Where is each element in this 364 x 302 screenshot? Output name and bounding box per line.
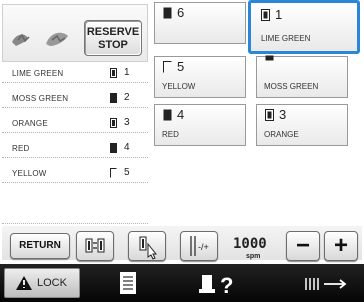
speed-value: 1000 bbox=[233, 236, 267, 252]
list-item[interactable]: YELLOW 5 bbox=[2, 164, 148, 183]
lock-button[interactable]: LOCK bbox=[4, 268, 80, 298]
thread-spool-icon bbox=[265, 109, 274, 121]
thread-spool-icon bbox=[110, 118, 117, 128]
needle-number: 1 bbox=[275, 7, 283, 22]
needle-adjust-icon: -/+ bbox=[190, 236, 209, 256]
thread-spool-icon bbox=[110, 168, 117, 178]
machine-help-icon: ? bbox=[199, 273, 233, 297]
needle-number: 1 bbox=[124, 67, 130, 78]
embroidery-pattern-preview bbox=[12, 32, 68, 46]
warning-icon bbox=[16, 276, 32, 290]
thread-color-name: RED bbox=[12, 144, 30, 153]
needle-cell-1[interactable]: 1 LIME GREEN bbox=[248, 0, 360, 54]
thread-spool-icon bbox=[261, 9, 270, 21]
list-view-button[interactable] bbox=[112, 268, 142, 298]
spool-cursor-icon bbox=[139, 236, 158, 260]
thread-color-name: MOSS GREEN bbox=[264, 82, 319, 91]
lock-label: LOCK bbox=[37, 277, 67, 289]
needle-number: 3 bbox=[279, 107, 287, 122]
speed-unit: spm bbox=[246, 253, 261, 260]
needle-number: 4 bbox=[124, 142, 130, 153]
thread-spool-icon bbox=[163, 61, 172, 73]
thread-color-name: YELLOW bbox=[162, 82, 196, 91]
svg-text:-/+: -/+ bbox=[198, 242, 209, 252]
thread-color-name: YELLOW bbox=[12, 169, 47, 178]
thread-color-name: MOSS GREEN bbox=[12, 94, 69, 103]
needle-number: 5 bbox=[124, 167, 130, 178]
needle-cell-2[interactable]: MOSS GREEN bbox=[256, 55, 348, 98]
needle-cell-5[interactable]: 5 YELLOW bbox=[154, 56, 246, 98]
thread-color-name: RED bbox=[162, 130, 179, 139]
adjust-tension-button[interactable]: -/+ bbox=[180, 231, 218, 261]
thread-color-name: ORANGE bbox=[264, 130, 299, 139]
list-item[interactable]: MOSS GREEN 2 bbox=[2, 89, 148, 108]
svg-text:?: ? bbox=[220, 273, 233, 297]
thread-color-name: ORANGE bbox=[12, 119, 48, 128]
speed-minus-button[interactable]: − bbox=[286, 231, 320, 261]
thread-spool-icon bbox=[163, 7, 172, 19]
list-item[interactable]: LIME GREEN 1 bbox=[2, 64, 148, 83]
thread-spool-icon bbox=[163, 109, 172, 121]
thread-spool-icon bbox=[265, 55, 274, 61]
needle-cell-6[interactable]: 6 bbox=[154, 2, 246, 44]
return-button[interactable]: RETURN bbox=[10, 233, 70, 259]
needle-number: 3 bbox=[124, 117, 130, 128]
list-item[interactable]: RED 4 bbox=[2, 139, 148, 158]
needle-number: 4 bbox=[177, 107, 185, 122]
needle-number: 5 bbox=[177, 59, 185, 74]
speed-plus-button[interactable]: + bbox=[324, 231, 358, 261]
list-item[interactable]: ORANGE 3 bbox=[2, 114, 148, 133]
thread-change-button[interactable] bbox=[128, 231, 166, 261]
needle-cell-3[interactable]: 3 ORANGE bbox=[256, 104, 348, 146]
list-divider bbox=[2, 190, 148, 224]
document-list-icon bbox=[120, 272, 136, 294]
sort-colors-icon bbox=[85, 238, 105, 253]
sort-colors-button[interactable] bbox=[76, 231, 114, 261]
needle-cell-4[interactable]: 4 RED bbox=[154, 104, 246, 146]
help-button[interactable]: ? bbox=[196, 268, 248, 298]
thread-color-name: LIME GREEN bbox=[261, 34, 311, 43]
needle-bar-move-button[interactable] bbox=[296, 268, 356, 298]
thread-spool-icon bbox=[110, 143, 117, 153]
needle-number: 6 bbox=[177, 5, 185, 20]
thread-spool-icon bbox=[110, 93, 117, 103]
needle-arrow-icon bbox=[305, 278, 347, 290]
thread-color-name: LIME GREEN bbox=[12, 69, 64, 78]
thread-spool-icon bbox=[110, 68, 117, 78]
needle-number: 2 bbox=[124, 92, 130, 103]
reserve-stop-button[interactable]: RESERVE STOP bbox=[84, 20, 142, 56]
